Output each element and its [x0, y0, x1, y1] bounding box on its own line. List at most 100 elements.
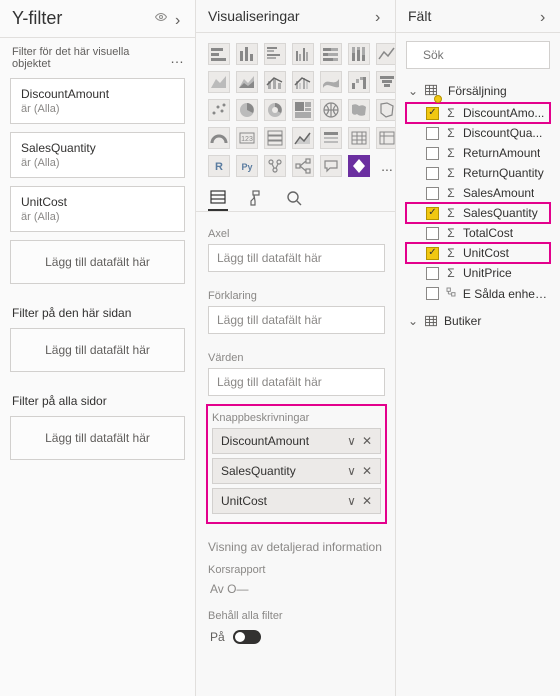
viz-100-stacked-column-icon[interactable] [348, 43, 370, 65]
viz-kpi-icon[interactable] [292, 127, 314, 149]
field-row[interactable]: ΣReturnAmount [406, 143, 550, 163]
viz-treemap-icon[interactable] [292, 99, 314, 121]
viz-more-icon[interactable]: ... [376, 155, 396, 177]
fields-search-input[interactable] [421, 47, 560, 63]
filter-name: SalesQuantity [21, 141, 174, 155]
viz-header: Visualiseringar [196, 0, 395, 33]
field-checkbox[interactable] [426, 287, 439, 300]
field-row[interactable]: ΣSalesAmount [406, 183, 550, 203]
collapse-filters-icon[interactable] [175, 14, 185, 24]
expander-icon[interactable]: ⌄ [408, 84, 418, 98]
viz-100-stacked-bar-icon[interactable] [320, 43, 342, 65]
tab-analytics-icon[interactable] [284, 191, 304, 211]
chevron-down-icon[interactable]: ∨ [347, 494, 356, 508]
filters-page-dropzone[interactable]: Lägg till datafält här [10, 328, 185, 372]
viz-gauge-icon[interactable] [208, 127, 230, 149]
field-checkbox[interactable] [426, 207, 439, 220]
field-checkbox[interactable] [426, 187, 439, 200]
viz-filled-map-icon[interactable] [348, 99, 370, 121]
viz-stacked-area-icon[interactable] [236, 71, 258, 93]
viz-line-stacked-column-icon[interactable] [264, 71, 286, 93]
viz-line-clustered-column-icon[interactable] [292, 71, 314, 93]
field-checkbox[interactable] [426, 127, 439, 140]
viz-matrix-icon[interactable] [376, 127, 396, 149]
field-checkbox[interactable] [426, 247, 439, 260]
viz-key-influencers-icon[interactable] [264, 155, 286, 177]
filter-value: är (Alla) [21, 157, 174, 169]
well-tooltip-item[interactable]: SalesQuantity ∨✕ [212, 458, 381, 484]
filters-title: Y-filter [12, 8, 62, 29]
filters-allpages-dropzone[interactable]: Lägg till datafält här [10, 416, 185, 460]
field-checkbox[interactable] [426, 107, 439, 120]
field-checkbox[interactable] [426, 227, 439, 240]
viz-pie-icon[interactable] [236, 99, 258, 121]
viz-table-icon[interactable] [348, 127, 370, 149]
field-row[interactable]: E Sålda enheter [406, 283, 550, 304]
viz-map-icon[interactable] [320, 99, 342, 121]
viz-line-icon[interactable] [376, 43, 396, 65]
filters-visual-dropzone[interactable]: Lägg till datafält här [10, 240, 185, 284]
keepfilters-toggle[interactable] [233, 630, 261, 644]
expander-icon[interactable]: ⌄ [408, 314, 418, 328]
viz-decomposition-icon[interactable] [292, 155, 314, 177]
viz-area-icon[interactable] [208, 71, 230, 93]
fields-search[interactable] [406, 41, 550, 69]
viz-r-icon[interactable]: R [208, 155, 230, 177]
tab-fields-icon[interactable] [208, 191, 228, 211]
field-checkbox[interactable] [426, 167, 439, 180]
sigma-icon: Σ [445, 126, 457, 140]
remove-icon[interactable]: ✕ [362, 434, 372, 448]
collapse-fields-icon[interactable] [540, 11, 550, 21]
field-row[interactable]: ΣSalesQuantity [406, 203, 550, 223]
viz-slicer-icon[interactable] [320, 127, 342, 149]
field-row[interactable]: ΣDiscountAmo... [406, 103, 550, 123]
filter-card[interactable]: SalesQuantity är (Alla) [10, 132, 185, 178]
sigma-icon: Σ [445, 166, 457, 180]
well-axis-dropzone[interactable]: Lägg till datafält här [208, 244, 385, 272]
tab-format-icon[interactable] [246, 191, 266, 211]
well-legend-dropzone[interactable]: Lägg till datafält här [208, 306, 385, 334]
viz-stacked-bar-icon[interactable] [208, 43, 230, 65]
field-checkbox[interactable] [426, 147, 439, 160]
remove-icon[interactable]: ✕ [362, 494, 372, 508]
field-row[interactable]: ΣTotalCost [406, 223, 550, 243]
chevron-down-icon[interactable]: ∨ [347, 464, 356, 478]
viz-scatter-icon[interactable] [208, 99, 230, 121]
field-checkbox[interactable] [426, 267, 439, 280]
crossreport-label: Korsrapport [208, 564, 385, 576]
viz-ribbon-icon[interactable] [320, 71, 342, 93]
field-row[interactable]: ΣUnitPrice [406, 263, 550, 283]
viz-stacked-column-icon[interactable] [236, 43, 258, 65]
remove-icon[interactable]: ✕ [362, 464, 372, 478]
fields-table-row[interactable]: ⌄ Butiker [406, 310, 550, 332]
well-values: Värden Lägg till datafält här [196, 342, 395, 404]
viz-funnel-icon[interactable] [376, 71, 396, 93]
field-row[interactable]: ΣUnitCost [406, 243, 550, 263]
viz-card-icon[interactable]: 123 [236, 127, 258, 149]
viz-qna-icon[interactable] [320, 155, 342, 177]
viz-powerapps-icon[interactable] [348, 155, 370, 177]
field-row[interactable]: ΣReturnQuantity [406, 163, 550, 183]
eye-icon[interactable] [155, 11, 167, 26]
filters-visual-section: Filter för det här visuella objektet … [0, 38, 195, 74]
viz-shape-map-icon[interactable] [376, 99, 396, 121]
viz-multi-card-icon[interactable] [264, 127, 286, 149]
field-name: DiscountAmo... [463, 106, 544, 120]
viz-waterfall-icon[interactable] [348, 71, 370, 93]
crossreport-toggle[interactable]: Av O— [208, 580, 385, 604]
chevron-down-icon[interactable]: ∨ [347, 434, 356, 448]
well-values-dropzone[interactable]: Lägg till datafält här [208, 368, 385, 396]
well-tooltip-item[interactable]: UnitCost ∨✕ [212, 488, 381, 514]
viz-donut-icon[interactable] [264, 99, 286, 121]
field-row[interactable]: ΣDiscountQua... [406, 123, 550, 143]
well-legend-label: Förklaring [208, 290, 385, 302]
viz-clustered-column-icon[interactable] [292, 43, 314, 65]
collapse-viz-icon[interactable] [375, 11, 385, 21]
fields-table-row[interactable]: ⌄ Försäljning [406, 79, 550, 103]
viz-clustered-bar-icon[interactable] [264, 43, 286, 65]
filters-visual-more-icon[interactable]: … [170, 50, 185, 66]
filter-card[interactable]: DiscountAmount är (Alla) [10, 78, 185, 124]
filter-card[interactable]: UnitCost är (Alla) [10, 186, 185, 232]
well-tooltip-item[interactable]: DiscountAmount ∨✕ [212, 428, 381, 454]
viz-python-icon[interactable]: Py [236, 155, 258, 177]
